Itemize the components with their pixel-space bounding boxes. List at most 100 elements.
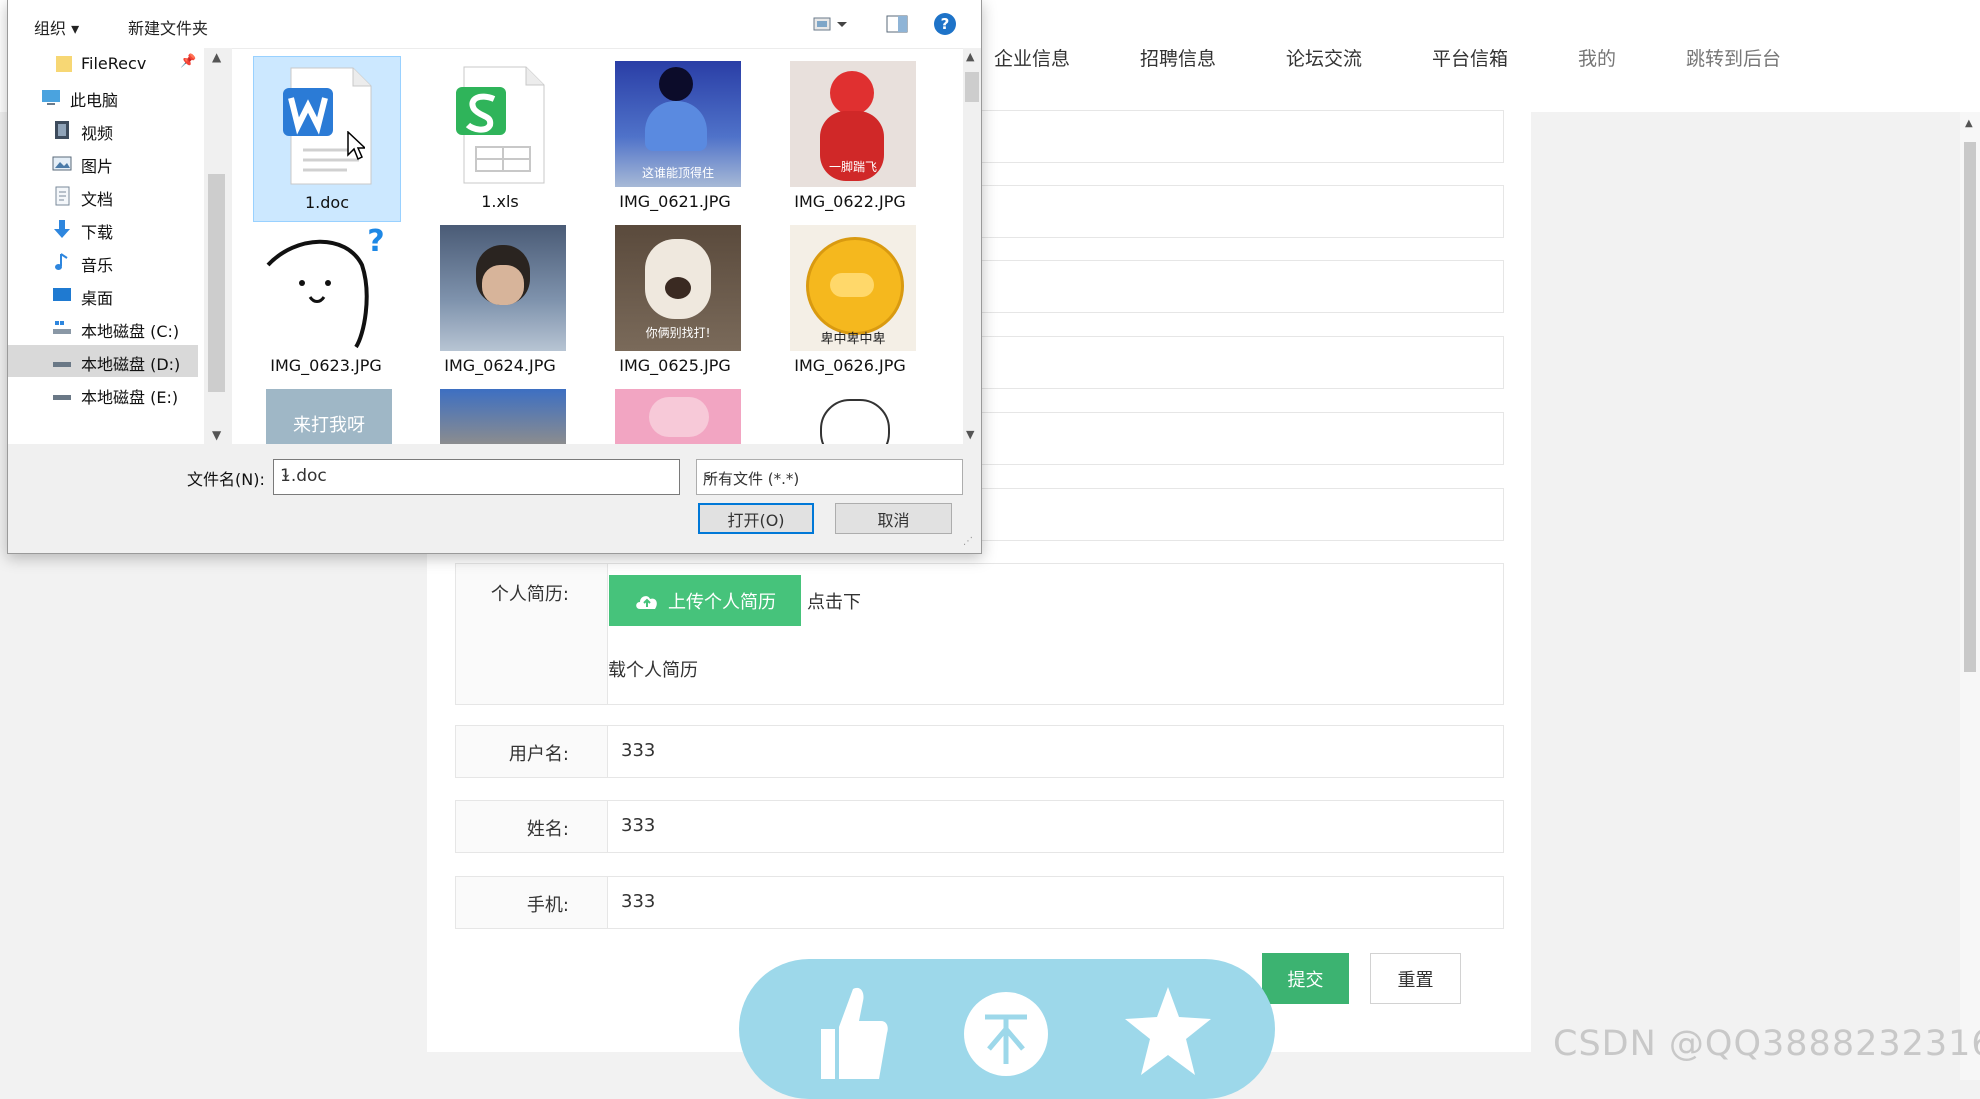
filename-input[interactable]: 1.doc ⌄ bbox=[273, 459, 680, 495]
page-scrollbar[interactable]: ▲ bbox=[1960, 112, 1980, 1080]
scroll-up-icon[interactable]: ▲ bbox=[966, 50, 974, 63]
scroll-down-icon[interactable]: ▼ bbox=[966, 428, 974, 441]
desktop-icon bbox=[53, 288, 71, 301]
nav-company-info[interactable]: 企业信息 bbox=[994, 44, 1070, 71]
pin-icon[interactable]: 📌 bbox=[180, 54, 196, 69]
star-icon[interactable] bbox=[1123, 979, 1213, 1079]
thumbs-up-icon[interactable] bbox=[801, 979, 891, 1079]
nav-mailbox[interactable]: 平台信箱 bbox=[1432, 44, 1508, 71]
image-thumbnail bbox=[790, 389, 916, 444]
nav-label: 文档 bbox=[81, 190, 114, 209]
svg-text:?: ? bbox=[367, 225, 384, 259]
file-item-img-0621[interactable]: 这谁能顶得住 IMG_0621.JPG bbox=[602, 56, 748, 220]
folder-icon bbox=[56, 56, 72, 72]
file-name: 1.doc bbox=[304, 193, 349, 212]
filetype-select[interactable]: 所有文件 (*.*) ⌄ bbox=[696, 459, 963, 495]
file-list-scrollbar[interactable]: ▲ ▼ bbox=[963, 48, 981, 444]
file-name: IMG_0625.JPG bbox=[619, 356, 731, 375]
username-label-cell: 用户名: bbox=[456, 726, 608, 777]
nav-label: FileRecv bbox=[81, 54, 147, 73]
phone-field[interactable]: 333 bbox=[621, 891, 655, 912]
page-scroll-thumb[interactable] bbox=[1964, 142, 1976, 672]
cancel-button[interactable]: 取消 bbox=[835, 503, 952, 534]
upload-hint-line1[interactable]: 点击下 bbox=[807, 588, 861, 614]
help-icon[interactable]: ? bbox=[933, 12, 957, 36]
file-item-partial[interactable] bbox=[602, 384, 748, 444]
nav-item-this-pc[interactable]: 此电脑 bbox=[8, 81, 198, 113]
image-thumbnail bbox=[615, 389, 741, 444]
file-name: IMG_0624.JPG bbox=[444, 356, 556, 375]
nav-admin[interactable]: 跳转到后台 bbox=[1686, 44, 1781, 71]
new-folder-button[interactable]: 新建文件夹 bbox=[128, 15, 208, 39]
image-thumbnail: ? bbox=[266, 225, 392, 351]
scroll-down-icon[interactable]: ▼ bbox=[212, 428, 221, 442]
nav-item-downloads[interactable]: 下载 bbox=[8, 213, 198, 245]
file-item-partial[interactable] bbox=[777, 384, 923, 444]
open-button[interactable]: 打开(O) bbox=[698, 503, 814, 534]
preview-pane-icon[interactable] bbox=[886, 14, 908, 34]
chevron-down-icon[interactable]: ⌄ bbox=[703, 467, 956, 483]
upload-resume-label: 上传个人简历 bbox=[668, 591, 776, 613]
file-item-img-0625[interactable]: 你俩别找打! IMG_0625.JPG bbox=[602, 220, 748, 384]
nav-scroll-thumb[interactable] bbox=[208, 174, 225, 392]
nav-label: 此电脑 bbox=[70, 91, 119, 110]
nav-mine[interactable]: 我的 bbox=[1578, 44, 1616, 71]
file-item-img-0624[interactable]: IMG_0624.JPG bbox=[427, 220, 573, 384]
scroll-up-icon[interactable]: ▲ bbox=[212, 50, 221, 64]
scroll-up-icon[interactable]: ▲ bbox=[1965, 118, 1973, 129]
name-label: 姓名: bbox=[526, 819, 569, 840]
file-item-1-doc[interactable]: 1.doc bbox=[253, 56, 401, 222]
nav-label: 本地磁盘 (E:) bbox=[81, 388, 179, 407]
svg-text:?: ? bbox=[941, 15, 950, 33]
nav-item-desktop[interactable]: 桌面 bbox=[8, 279, 198, 311]
username-label: 用户名: bbox=[508, 744, 569, 765]
image-thumbnail: 一脚踹飞 bbox=[790, 61, 916, 187]
image-caption: 你俩别找打! bbox=[645, 326, 711, 340]
resize-grip-icon[interactable]: ⋰ bbox=[963, 536, 973, 547]
username-row: 用户名: 333 bbox=[455, 725, 1504, 778]
nav-item-drive-d[interactable]: 本地磁盘 (D:) bbox=[8, 345, 198, 377]
nav-forum[interactable]: 论坛交流 bbox=[1286, 44, 1362, 71]
submit-button[interactable]: 提交 bbox=[1262, 953, 1349, 1004]
reset-button[interactable]: 重置 bbox=[1370, 953, 1461, 1004]
file-item-img-0623[interactable]: ? IMG_0623.JPG bbox=[253, 220, 399, 384]
nav-item-drive-e[interactable]: 本地磁盘 (E:) bbox=[8, 378, 198, 410]
file-item-1-xls[interactable]: 1.xls bbox=[427, 56, 573, 220]
chevron-down-icon[interactable]: ⌄ bbox=[280, 466, 673, 482]
image-thumbnail bbox=[440, 225, 566, 351]
nav-item-documents[interactable]: 文档 bbox=[8, 180, 198, 212]
file-item-partial[interactable] bbox=[427, 384, 573, 444]
file-item-partial[interactable]: 来打我呀 bbox=[253, 384, 399, 444]
navigation-scrollbar[interactable]: ▲ ▼ bbox=[204, 48, 232, 444]
resume-label-cell: 个人简历: bbox=[456, 564, 608, 704]
username-field[interactable]: 333 bbox=[621, 740, 655, 761]
phone-label: 手机: bbox=[526, 895, 569, 916]
drive-icon bbox=[53, 362, 71, 367]
file-name: IMG_0623.JPG bbox=[270, 356, 382, 375]
nav-item-filerecv[interactable]: FileRecv 📌 bbox=[8, 48, 198, 80]
nav-jobs[interactable]: 招聘信息 bbox=[1140, 44, 1216, 71]
nav-item-pictures[interactable]: 图片 bbox=[8, 147, 198, 179]
image-thumbnail: 这谁能顶得住 bbox=[615, 61, 741, 187]
phone-label-cell: 手机: bbox=[456, 877, 608, 928]
image-thumbnail: 你俩别找打! bbox=[615, 225, 741, 351]
file-item-img-0622[interactable]: 一脚踹飞 IMG_0622.JPG bbox=[777, 56, 923, 220]
name-field[interactable]: 333 bbox=[621, 815, 655, 836]
file-item-img-0626[interactable]: 卑中卑中卑 IMG_0626.JPG bbox=[777, 220, 923, 384]
coin-icon[interactable] bbox=[961, 979, 1051, 1079]
nav-item-music[interactable]: 音乐 bbox=[8, 246, 198, 278]
file-list: 1.doc 1.xls 这谁能顶得住 IMG_0621.JPG 一脚踹飞 IMG… bbox=[241, 53, 961, 444]
dialog-footer: 文件名(N): 1.doc ⌄ 所有文件 (*.*) ⌄ 打开(O) 取消 ⋰ bbox=[8, 444, 981, 553]
nav-item-drive-c[interactable]: 本地磁盘 (C:) bbox=[8, 312, 198, 344]
watermark: CSDN @QQ3888232316 bbox=[1553, 1024, 1980, 1064]
upload-hint-line2[interactable]: 载个人简历 bbox=[608, 656, 698, 682]
view-options-icon[interactable] bbox=[813, 14, 849, 34]
upload-resume-button[interactable]: 上传个人简历 bbox=[609, 575, 801, 626]
nav-label: 视频 bbox=[81, 124, 114, 143]
file-open-dialog: 组织 ▾ 新建文件夹 ? FileRecv 📌 此电脑 视频 图片 文档 下载 … bbox=[7, 0, 982, 554]
organize-menu[interactable]: 组织 ▾ bbox=[34, 15, 79, 39]
image-thumbnail bbox=[440, 389, 566, 444]
file-scroll-thumb[interactable] bbox=[965, 72, 979, 102]
music-icon bbox=[55, 253, 68, 270]
nav-item-videos[interactable]: 视频 bbox=[8, 114, 198, 146]
